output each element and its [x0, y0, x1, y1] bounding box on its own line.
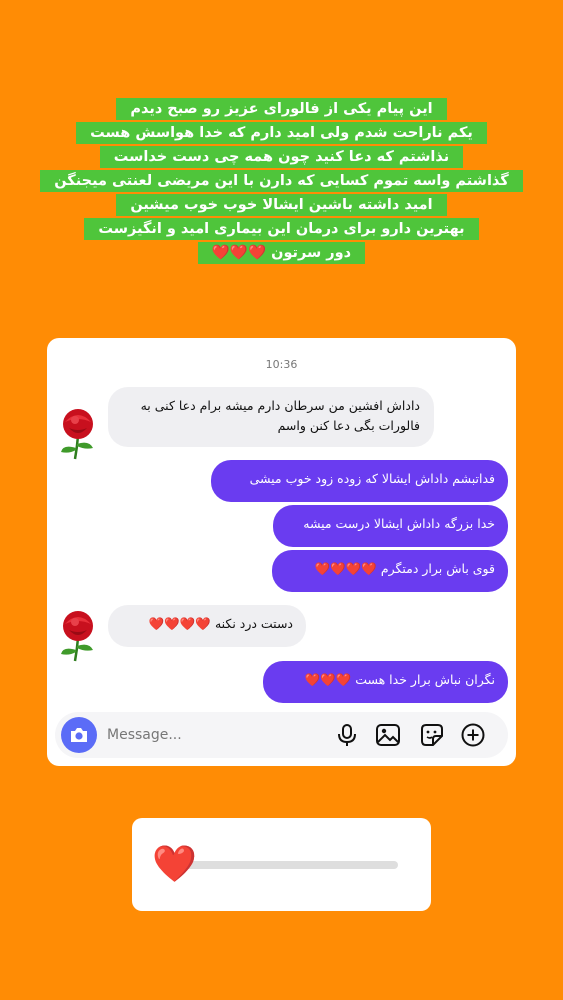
plus-circle-icon[interactable] — [460, 722, 486, 748]
message-input[interactable] — [107, 724, 307, 746]
sticker-icon[interactable] — [419, 722, 445, 748]
message-text: فالورات بگی دعا کنن واسم — [277, 418, 420, 433]
incoming-message: داداش افشین من سرطان دارم میشه برام دعا … — [108, 387, 434, 447]
message-composer — [55, 712, 508, 758]
image-icon[interactable] — [375, 722, 401, 748]
caption: این پیام یکی از فالورای عزیز رو صبح دیدم… — [0, 98, 563, 266]
outgoing-message: فداتبشم داداش ایشالا که زوده زود خوب میش… — [211, 460, 508, 502]
caption-line: امید داشته باشین ایشالا خوب خوب میشین — [116, 194, 447, 216]
caption-line: این پیام یکی از فالورای عزیز رو صبح دیدم — [116, 98, 447, 120]
caption-line: دور سرتون ❤️❤️❤️ — [197, 242, 366, 264]
message-text: فداتبشم داداش ایشالا که زوده زود خوب میش… — [249, 471, 495, 486]
chat-card: 10:36 داداش افشین من سرطان دارم میشه برا… — [47, 338, 516, 766]
emoji-slider-card: ❤️ — [132, 818, 431, 911]
heart-icon[interactable]: ❤️ — [152, 844, 197, 886]
message-text: نگران نباش برار خدا هست — [355, 672, 495, 687]
rose-icon[interactable] — [53, 406, 103, 460]
heart-emojis: ❤️❤️❤️ — [304, 672, 352, 687]
heart-emojis: ❤️❤️❤️❤️ — [148, 616, 211, 631]
message-text: داداش افشین من سرطان دارم میشه برام دعا … — [140, 398, 420, 413]
chat-timestamp: 10:36 — [265, 358, 298, 371]
outgoing-message: نگران نباش برار خدا هست ❤️❤️❤️ — [263, 661, 508, 703]
caption-line: نذاشتم که دعا کنید چون همه چی دست خداست — [99, 146, 464, 168]
camera-icon — [71, 728, 87, 742]
caption-line: بهترین دارو برای درمان این بیماری امید و… — [84, 218, 479, 240]
message-text: قوی باش برار دمتگرم — [380, 561, 495, 576]
caption-line: گذاشتم واسه تموم کسایی که دارن با این مر… — [40, 170, 523, 192]
outgoing-message: قوی باش برار دمتگرم ❤️❤️❤️❤️ — [272, 550, 508, 592]
outgoing-message: خدا بزرگه داداش ایشالا درست میشه — [273, 505, 508, 547]
microphone-icon[interactable] — [334, 722, 360, 748]
rose-icon[interactable] — [53, 608, 103, 662]
message-text: خدا بزرگه داداش ایشالا درست میشه — [303, 516, 495, 531]
heart-emojis: ❤️❤️❤️❤️ — [314, 561, 377, 576]
message-text: دستت درد نکنه — [214, 616, 293, 631]
caption-line: یکم ناراحت شدم ولی امید دارم که خدا هواس… — [76, 122, 487, 144]
incoming-message: دستت درد نکنه ❤️❤️❤️❤️ — [108, 605, 306, 647]
camera-button[interactable] — [61, 717, 97, 753]
